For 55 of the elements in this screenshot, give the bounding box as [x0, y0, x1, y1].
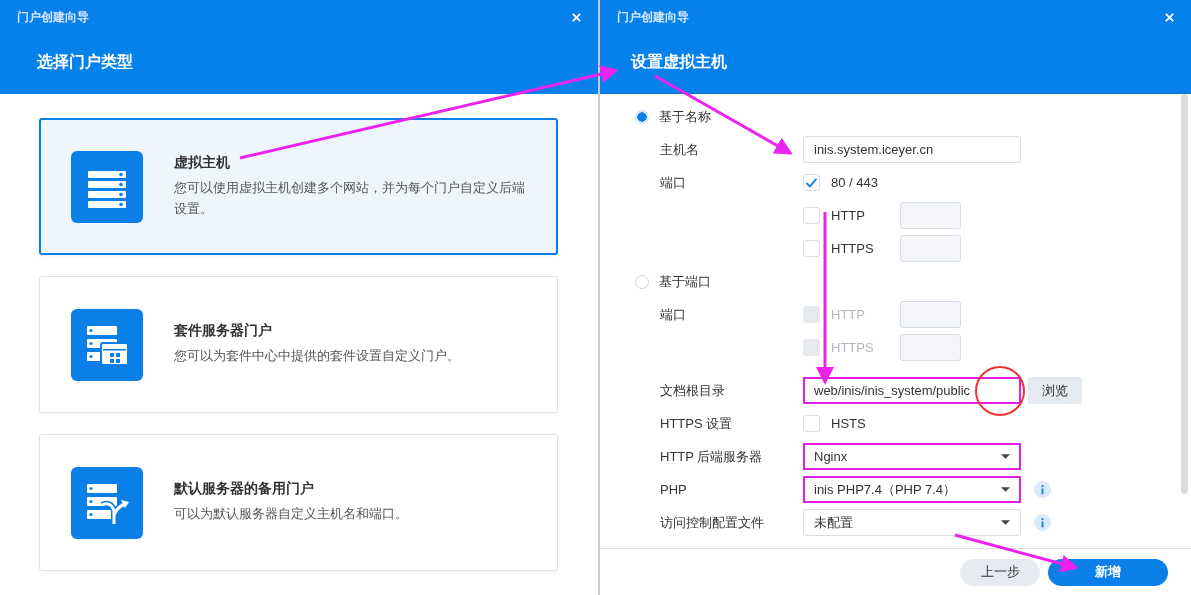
port-field[interactable]: [900, 334, 961, 361]
caret-icon: [1001, 520, 1010, 525]
page-heading: 设置虚拟主机: [631, 51, 727, 72]
close-icon[interactable]: [571, 12, 582, 23]
server-icon: [71, 466, 143, 539]
portal-type-card[interactable]: 套件服务器门户 您可以为套件中心中提供的套件设置自定义门户。: [39, 276, 558, 413]
radio-label: 基于端口: [659, 272, 711, 291]
checkbox-label: HSTS: [831, 416, 866, 431]
checkbox-label: HTTP: [831, 208, 866, 223]
checkbox[interactable]: [803, 207, 820, 224]
checkbox[interactable]: [803, 240, 820, 257]
field-label: HTTP 后端服务器: [660, 448, 763, 464]
caret-icon: [1001, 487, 1010, 492]
card-description: 您可以使用虚拟主机创建多个网站，并为每个门户自定义后端设置。: [174, 179, 526, 218]
field-label: 端口: [660, 174, 686, 190]
card-description: 可以为默认服务器自定义主机名和端口。: [174, 506, 408, 523]
portal-type-card[interactable]: 虚拟主机 您可以使用虚拟主机创建多个网站，并为每个门户自定义后端设置。: [39, 118, 558, 255]
field-label: PHP: [660, 482, 687, 497]
window-title: 门户创建向导: [17, 9, 89, 26]
card-title: 默认服务器的备用门户: [174, 480, 315, 498]
port-field[interactable]: [900, 202, 961, 229]
close-icon[interactable]: [1164, 12, 1175, 23]
dropdown[interactable]: 未配置: [803, 509, 1021, 536]
card-title: 虚拟主机: [174, 153, 231, 172]
field-label: 主机名: [660, 141, 699, 157]
radio-button[interactable]: [635, 274, 649, 289]
checkbox-label: HTTP: [831, 307, 866, 322]
back-button[interactable]: 上一步: [960, 558, 1040, 586]
browse-button[interactable]: 浏览: [1028, 377, 1082, 404]
window-title: 门户创建向导: [617, 9, 689, 26]
field-label: 文档根目录: [660, 382, 725, 398]
page-heading: 选择门户类型: [37, 52, 133, 72]
add-button[interactable]: 新增: [1048, 558, 1168, 586]
dropdown[interactable]: Nginx: [803, 443, 1021, 470]
field-label: HTTPS 设置: [660, 415, 733, 431]
field-label: 端口: [660, 306, 686, 322]
server-icon: [71, 150, 143, 223]
checkbox-label: HTTPS: [831, 340, 875, 355]
checkbox[interactable]: [803, 174, 820, 191]
port-field[interactable]: [900, 301, 961, 328]
server-icon: [71, 308, 143, 381]
card-title: 套件服务器门户: [174, 322, 273, 340]
radio-button[interactable]: [635, 109, 649, 124]
port-field[interactable]: [900, 235, 961, 262]
text-field[interactable]: inis.system.iceyer.cn: [803, 136, 1021, 163]
dropdown[interactable]: inis PHP7.4（PHP 7.4）: [803, 476, 1021, 503]
checkbox[interactable]: [803, 415, 820, 432]
portal-type-card[interactable]: 默认服务器的备用门户 可以为默认服务器自定义主机名和端口。: [39, 434, 558, 571]
text-field[interactable]: web/inis/inis_system/public: [803, 377, 1021, 404]
radio-label: 基于名称: [659, 107, 711, 126]
field-label: 访问控制配置文件: [660, 514, 764, 530]
checkbox-label: HTTPS: [831, 241, 875, 256]
checkbox-label: 80 / 443: [831, 175, 878, 190]
card-description: 您可以为套件中心中提供的套件设置自定义门户。: [174, 348, 460, 365]
caret-icon: [1001, 454, 1010, 459]
